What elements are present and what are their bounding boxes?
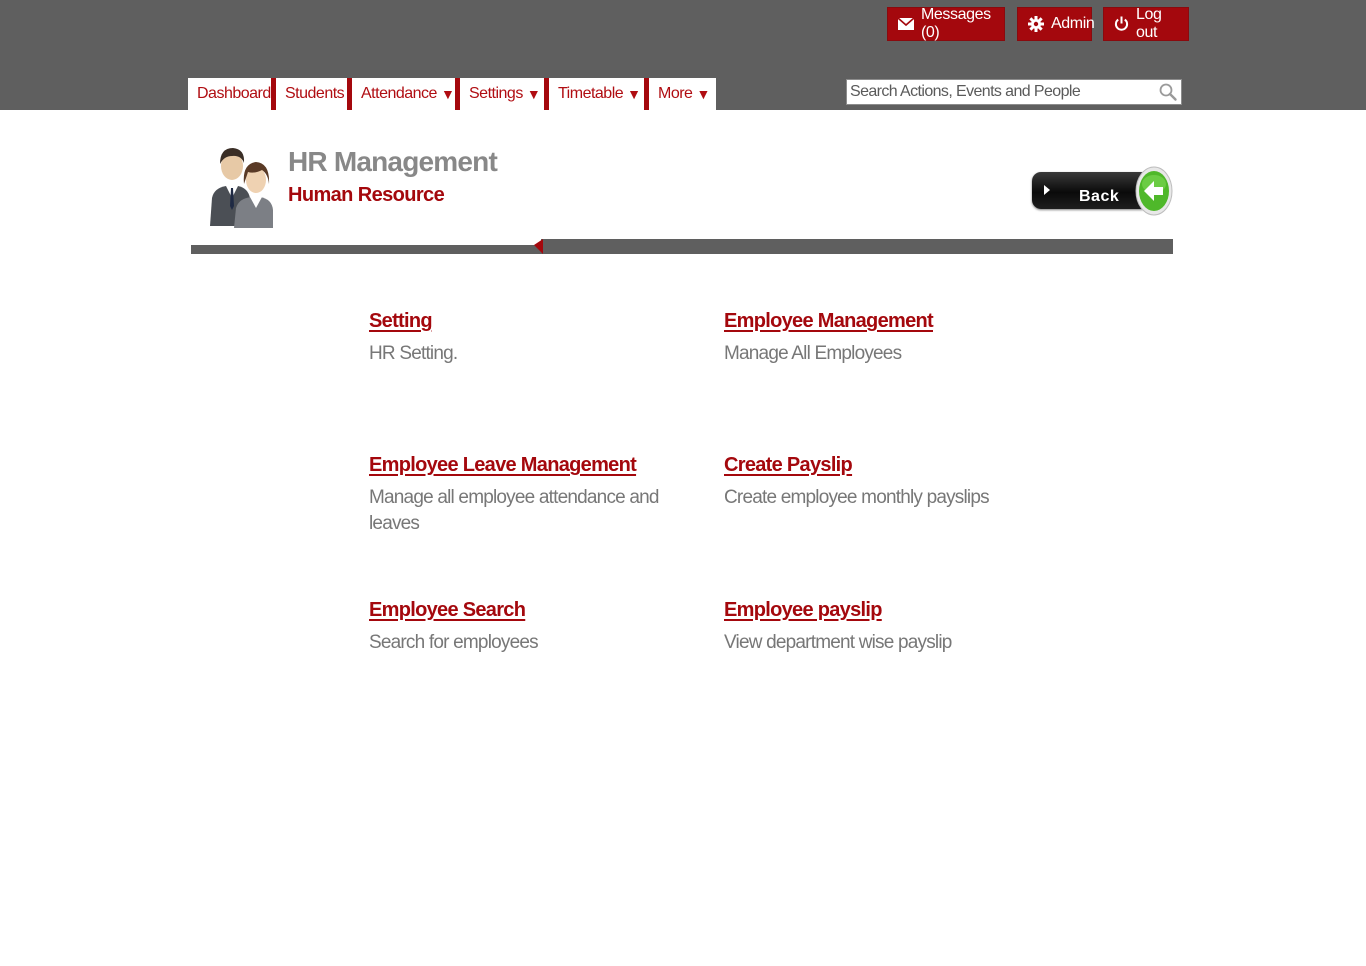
main-nav: Dashboard Students Attendance ▼ Settings… [188,78,716,110]
nav-tab-label: Dashboard [197,85,271,102]
nav-tab-more[interactable]: More ▼ [649,78,716,110]
play-triangle-icon [1044,185,1050,195]
back-arrow-icon [1135,166,1173,216]
gear-icon [1028,16,1044,32]
page-title: HR Management [288,146,498,177]
messages-button[interactable]: Messages (0) [887,6,1005,41]
module-link-setting[interactable]: Setting [369,310,433,333]
logout-button[interactable]: Log out [1103,6,1189,41]
back-button-body: Back [1032,172,1150,209]
admin-button[interactable]: Admin [1017,7,1095,41]
back-button-label: Back [1079,188,1120,205]
nav-tab-label: Students [285,85,345,102]
nav-tab-timetable[interactable]: Timetable ▼ [549,78,649,110]
nav-tab-settings[interactable]: Settings ▼ [460,78,549,110]
top-header: Messages (0) Admin Log out Dashboard Stu… [0,0,1366,110]
nav-tab-students[interactable]: Students [276,78,352,110]
back-button[interactable]: Back [1032,165,1174,221]
search-icon[interactable] [1158,82,1178,102]
module-description: View department wise payslip [724,632,952,653]
module-employee-payslip: Employee payslip View department wise pa… [724,599,1024,656]
dropdown-arrow-icon: ▼ [526,86,541,102]
nav-tab-label: Settings [469,85,523,102]
nav-tab-dashboard[interactable]: Dashboard [188,78,276,110]
module-employee-search: Employee Search Search for employees [369,599,669,656]
page-heading: HR Management Human Resource Back [191,125,1173,255]
nav-tab-label: Attendance [361,85,437,102]
module-link-create-payslip[interactable]: Create Payslip [724,454,853,477]
module-link-employee-leave-management[interactable]: Employee Leave Management [369,454,637,477]
module-description: Search for employees [369,632,539,653]
module-employee-leave-management: Employee Leave Management Manage all emp… [369,454,660,537]
dropdown-arrow-icon: ▼ [440,86,455,102]
logout-button-label: Log out [1136,6,1162,41]
heading-divider [191,239,1173,254]
hr-people-icon [210,148,273,228]
nav-tab-label: Timetable [558,85,624,102]
page-subtitle: Human Resource [288,184,445,206]
module-link-employee-search[interactable]: Employee Search [369,599,526,622]
search-input[interactable] [847,80,1147,104]
power-icon [1114,16,1129,31]
module-description: Create employee monthly payslips [724,487,990,508]
dropdown-arrow-icon: ▼ [696,86,710,102]
module-description: HR Setting. [369,343,458,364]
dropdown-arrow-icon: ▼ [627,86,641,102]
envelope-icon [898,18,914,30]
module-description: Manage All Employees [724,343,902,364]
module-link-employee-payslip[interactable]: Employee payslip [724,599,882,622]
nav-tab-label: More [658,85,693,102]
nav-tab-attendance[interactable]: Attendance ▼ [352,78,460,110]
module-setting: Setting HR Setting. [369,310,669,367]
module-employee-management: Employee Management Manage All Employees [724,310,1024,367]
search-box [846,79,1182,105]
module-create-payslip: Create Payslip Create employee monthly p… [724,454,1024,511]
module-link-employee-management[interactable]: Employee Management [724,310,934,333]
admin-button-label: Admin [1051,15,1095,32]
module-description: Manage all employee attendance and leave… [369,487,660,534]
messages-button-label: Messages (0) [921,6,991,41]
